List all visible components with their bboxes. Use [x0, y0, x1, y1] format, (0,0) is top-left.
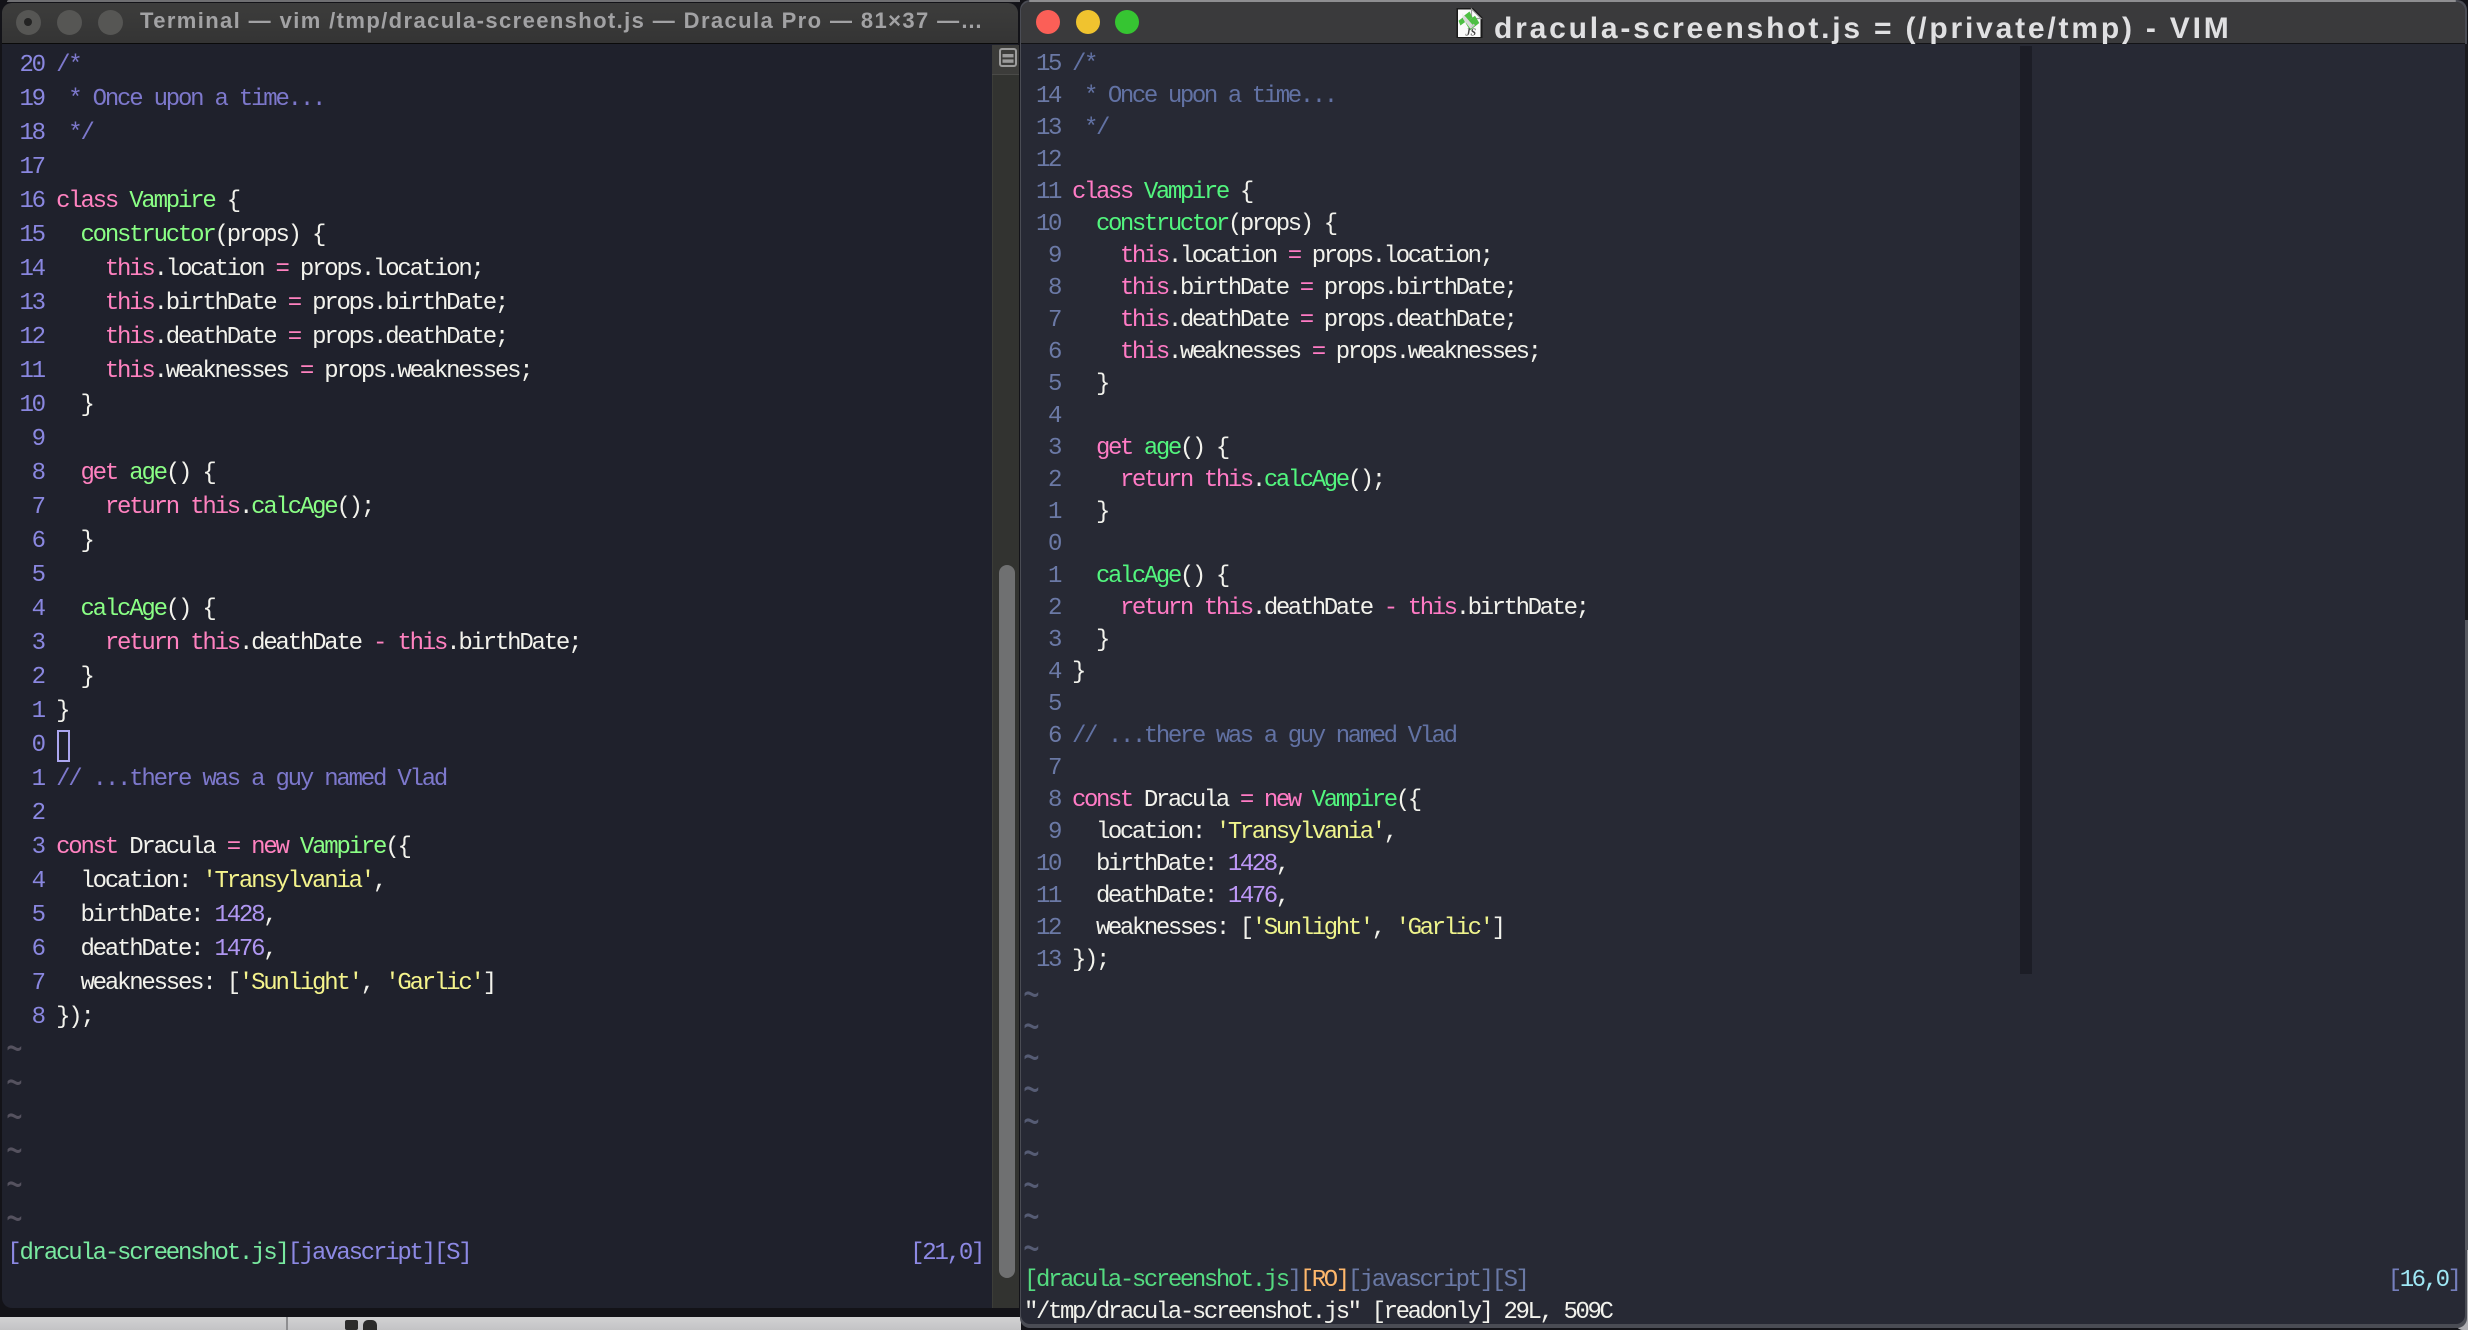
svg-text:JS: JS — [1465, 28, 1477, 39]
